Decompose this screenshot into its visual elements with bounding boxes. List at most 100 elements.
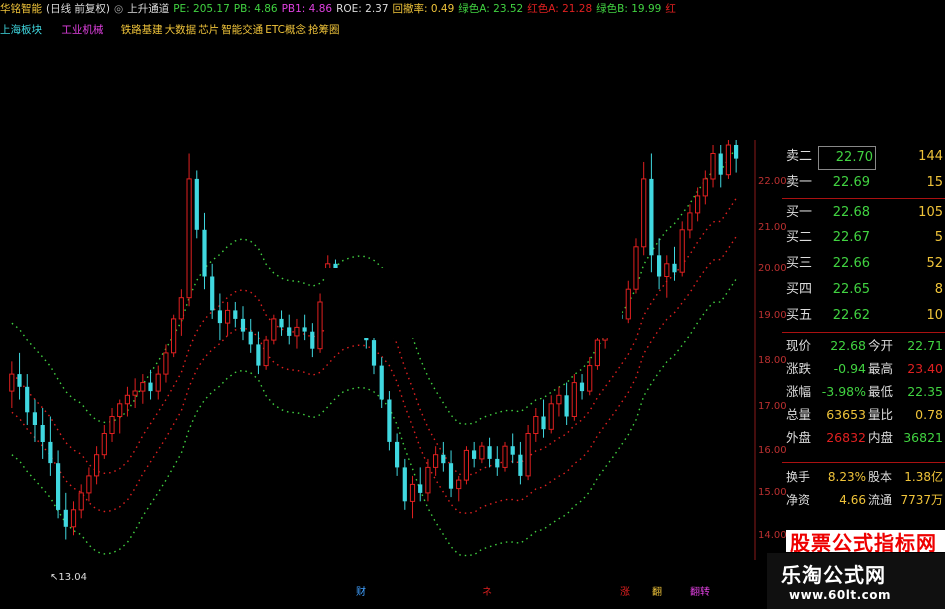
- candle[interactable]: [279, 310, 284, 336]
- stock-name[interactable]: 华铭智能: [0, 3, 42, 15]
- candle[interactable]: [124, 386, 131, 417]
- candle[interactable]: [240, 306, 246, 341]
- region-tag[interactable]: 上海板块: [0, 24, 42, 36]
- candle[interactable]: [472, 441, 477, 468]
- candle[interactable]: [163, 344, 169, 383]
- event-marker[interactable]: 财: [356, 583, 366, 598]
- candle[interactable]: [225, 301, 231, 336]
- candle[interactable]: [233, 301, 238, 328]
- candle[interactable]: [148, 369, 153, 400]
- candle[interactable]: [178, 289, 184, 336]
- candle[interactable]: [78, 484, 84, 519]
- candle[interactable]: [132, 378, 138, 409]
- candle[interactable]: [395, 433, 400, 476]
- candle[interactable]: [17, 352, 22, 400]
- candle[interactable]: [679, 221, 685, 277]
- candle[interactable]: [56, 450, 61, 519]
- candle[interactable]: [294, 318, 300, 349]
- candle[interactable]: [402, 458, 407, 510]
- candle[interactable]: [94, 446, 100, 485]
- candle[interactable]: [533, 408, 539, 442]
- candle[interactable]: [463, 446, 469, 485]
- concept-tag[interactable]: 铁路基建: [121, 24, 163, 36]
- candle[interactable]: [25, 374, 30, 425]
- candle[interactable]: [101, 424, 107, 459]
- candle[interactable]: [571, 374, 577, 421]
- candle[interactable]: [518, 441, 523, 485]
- candle[interactable]: [186, 153, 192, 307]
- candle[interactable]: [256, 331, 261, 375]
- candle[interactable]: [248, 318, 253, 353]
- candle[interactable]: [70, 501, 77, 536]
- concept-tag[interactable]: 大数据: [165, 24, 197, 36]
- candle[interactable]: [525, 424, 531, 481]
- candle[interactable]: [302, 314, 307, 341]
- candle[interactable]: [556, 386, 562, 417]
- candle[interactable]: [448, 450, 454, 498]
- candle[interactable]: [579, 374, 585, 400]
- event-marker[interactable]: 翻转: [690, 583, 710, 598]
- bid-row[interactable]: 买五 22.62 10: [782, 305, 945, 327]
- candle[interactable]: [541, 399, 546, 438]
- candle[interactable]: [548, 395, 554, 434]
- candle[interactable]: [664, 255, 670, 298]
- candle[interactable]: [217, 293, 222, 341]
- event-marker[interactable]: ネ: [482, 583, 492, 598]
- industry-tag[interactable]: 工业机械: [61, 24, 103, 36]
- ask-row[interactable]: 卖一 22.69 15: [782, 172, 945, 194]
- candle[interactable]: [433, 446, 439, 476]
- candle[interactable]: [487, 437, 492, 468]
- candle[interactable]: [409, 475, 416, 519]
- concept-tag[interactable]: 抢筹圈: [308, 24, 340, 36]
- candle[interactable]: [641, 161, 647, 256]
- ask-row[interactable]: 卖二 22.70 144: [782, 146, 945, 170]
- candle[interactable]: [202, 212, 207, 290]
- candle[interactable]: [317, 293, 323, 353]
- candle[interactable]: [210, 263, 215, 319]
- concept-tag[interactable]: 智能交通: [221, 24, 263, 36]
- candle[interactable]: [48, 416, 53, 476]
- candle[interactable]: [63, 492, 68, 540]
- candle[interactable]: [502, 441, 508, 472]
- bid-row[interactable]: 买四 22.65 8: [782, 279, 945, 301]
- candle[interactable]: [117, 399, 123, 434]
- candle[interactable]: [625, 280, 631, 324]
- candle[interactable]: [649, 153, 654, 273]
- candle[interactable]: [702, 170, 708, 205]
- candle[interactable]: [657, 238, 662, 290]
- candle[interactable]: [155, 365, 161, 400]
- candle[interactable]: [718, 145, 723, 188]
- candle[interactable]: [710, 145, 716, 188]
- candle[interactable]: [371, 331, 377, 375]
- candle[interactable]: [263, 335, 269, 370]
- candle[interactable]: [109, 408, 115, 442]
- bid-row[interactable]: 买二 22.67 5: [782, 227, 945, 249]
- candle[interactable]: [379, 357, 384, 409]
- candle[interactable]: [456, 475, 462, 502]
- candle[interactable]: [633, 238, 639, 294]
- candle[interactable]: [687, 204, 693, 239]
- candle[interactable]: [495, 446, 500, 476]
- candle[interactable]: [40, 408, 45, 459]
- candle[interactable]: [310, 323, 315, 358]
- candle[interactable]: [9, 361, 15, 409]
- candle[interactable]: [271, 314, 277, 345]
- bid-row[interactable]: 买三 22.66 52: [782, 253, 945, 275]
- candle[interactable]: [479, 441, 485, 464]
- candle[interactable]: [194, 170, 199, 239]
- concept-tag[interactable]: 芯片: [198, 24, 219, 36]
- event-marker[interactable]: 翻: [652, 583, 662, 598]
- candle[interactable]: [672, 246, 677, 281]
- candle[interactable]: [171, 314, 177, 358]
- candle[interactable]: [86, 467, 92, 502]
- candle[interactable]: [510, 433, 515, 464]
- bid-row[interactable]: 买一 22.68 105: [782, 202, 945, 224]
- candle[interactable]: [425, 458, 431, 502]
- candle[interactable]: [564, 382, 569, 425]
- candle[interactable]: [725, 136, 731, 179]
- candle[interactable]: [695, 187, 701, 222]
- candle[interactable]: [287, 314, 292, 345]
- period-label[interactable]: (日线 前复权): [46, 3, 110, 15]
- event-marker[interactable]: 涨: [620, 583, 630, 598]
- concept-tag[interactable]: ETC概念: [265, 24, 306, 36]
